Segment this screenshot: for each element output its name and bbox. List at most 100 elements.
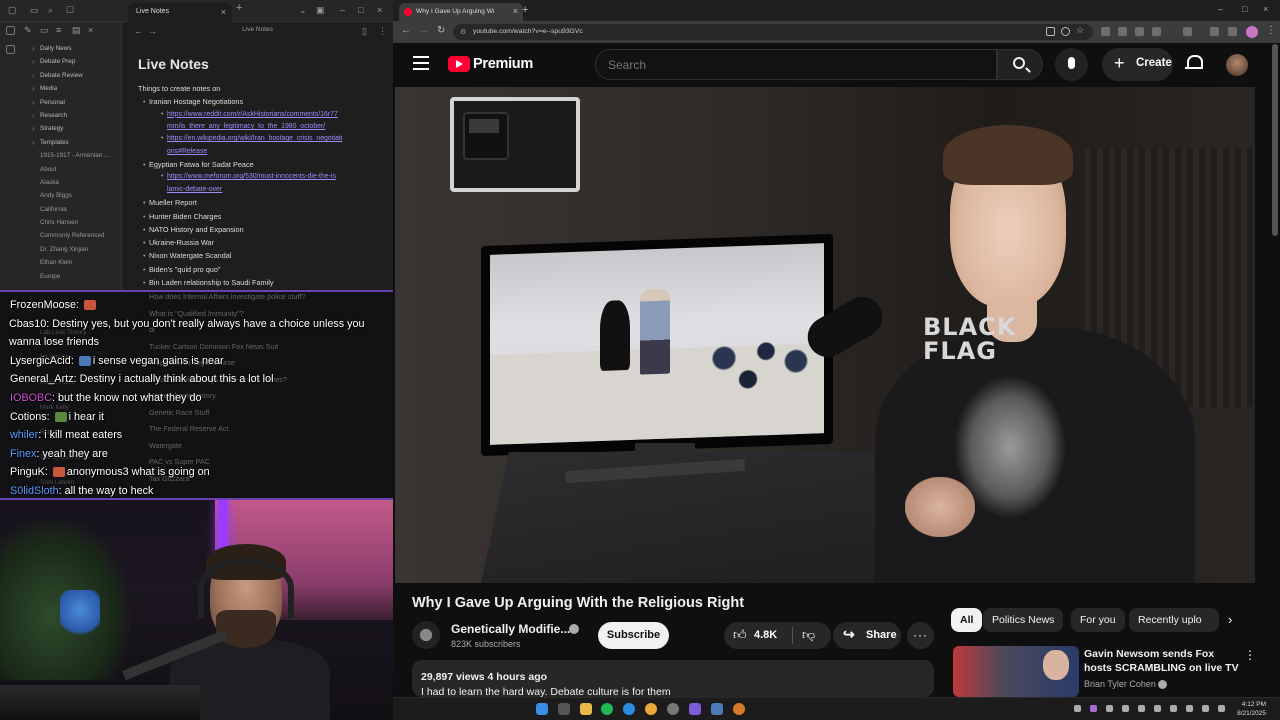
sidebar-toggle-icon[interactable]: ▢ [8, 4, 17, 16]
bookmark-icon[interactable]: ☐ [66, 4, 74, 16]
tray-icon[interactable] [1106, 705, 1113, 712]
note-editor[interactable]: Live Notes ← → ▯ ⋮ Live Notes Things to … [122, 22, 393, 290]
hamburger-menu-icon[interactable] [413, 56, 429, 70]
maximize-icon[interactable]: □ [358, 4, 363, 16]
sidebar-file[interactable]: 1915-1917 - Armenian ... [0, 149, 122, 162]
page-scrollbar[interactable] [1272, 44, 1278, 236]
chrome-icon[interactable] [645, 703, 657, 715]
sidebar-folder[interactable]: Personal [0, 96, 122, 109]
extension-icon[interactable] [1152, 27, 1161, 36]
close-window-icon[interactable]: × [377, 4, 382, 16]
app-icon[interactable] [733, 703, 745, 715]
share-button[interactable]: ↪ Share [833, 622, 901, 649]
sidebar-file[interactable]: Ethan Klein [0, 256, 122, 269]
downloads-icon[interactable] [1210, 27, 1219, 36]
reading-view-icon[interactable]: ▯ [362, 25, 367, 37]
send-icon[interactable] [6, 26, 15, 35]
filter-chip[interactable]: Politics News [983, 608, 1064, 632]
more-options-icon[interactable]: ⋮ [1244, 648, 1256, 662]
sidebar-file[interactable]: Dr. Zhang Xinjian [0, 243, 122, 256]
minimize-icon[interactable]: – [1218, 4, 1223, 14]
tray-icon[interactable] [1074, 705, 1081, 712]
account-avatar[interactable] [1226, 54, 1248, 76]
youtube-premium-brand[interactable]: Premium [473, 56, 533, 72]
browser-tab[interactable]: Why I Gave Up Arguing Wi × [399, 3, 523, 21]
install-icon[interactable] [1046, 27, 1055, 36]
close-window-icon[interactable]: × [1263, 4, 1268, 14]
sidebar-file[interactable]: Commonly Referenced [0, 229, 122, 242]
layout-icon[interactable]: ▣ [316, 4, 325, 16]
dislike-thumb-icon[interactable]: 👎︎ [802, 627, 815, 643]
minimize-icon[interactable]: – [340, 4, 345, 16]
chevron-down-icon[interactable]: ⌄ [299, 4, 307, 16]
note-link[interactable]: lamic-debate-over [138, 184, 383, 196]
wifi-icon[interactable] [1186, 705, 1193, 712]
sidebar-folder[interactable]: Strategy [0, 122, 122, 135]
collapse-icon[interactable]: ▤ [72, 24, 81, 36]
note-link[interactable]: https://en.wikipedia.org/wiki/Iran_hosta… [138, 133, 383, 145]
extension-icon[interactable] [1118, 27, 1127, 36]
tab-search-icon[interactable] [1228, 27, 1237, 36]
obsidian-icon[interactable] [689, 703, 701, 715]
close-icon[interactable]: × [88, 24, 93, 36]
battery-icon[interactable] [1218, 705, 1225, 712]
channel-avatar[interactable] [412, 621, 440, 649]
chat-username[interactable]: IOBOBC [10, 392, 52, 404]
file-explorer-icon[interactable] [580, 703, 592, 715]
clock[interactable]: 4:12 PM 8/21/2025 [1237, 700, 1266, 718]
note-link[interactable]: ons#Release [138, 146, 383, 158]
task-view-icon[interactable] [558, 703, 570, 715]
chat-username[interactable]: Finex [10, 448, 36, 460]
tray-icon[interactable] [1138, 705, 1145, 712]
files-icon[interactable]: ▭ [30, 4, 39, 16]
zoom-icon[interactable] [1061, 27, 1070, 36]
tray-icon[interactable] [1154, 705, 1161, 712]
recommended-channel-name[interactable]: Brian Tyler Cohen [1084, 679, 1156, 689]
chat-username[interactable]: FrozenMoose [10, 299, 76, 311]
close-tab-icon[interactable]: × [221, 7, 226, 17]
filter-chip[interactable]: All [951, 608, 983, 632]
sidebar-file[interactable]: Europe [0, 270, 122, 283]
chat-username[interactable]: S0lidSloth [10, 485, 59, 497]
recommended-video-title[interactable]: Gavin Newsom sends Fox hosts SCRAMBLING … [1084, 647, 1244, 675]
site-info-icon[interactable]: ⚙ [460, 28, 466, 36]
note-link[interactable]: https://www.reddit.com/r/AskHistorians/c… [138, 109, 383, 121]
tab-live-notes[interactable]: Live Notes × [128, 3, 232, 22]
tray-icon[interactable] [1170, 705, 1177, 712]
close-tab-icon[interactable]: × [513, 6, 518, 16]
new-note-icon[interactable]: ✎ [24, 24, 32, 36]
filter-chip[interactable]: For you [1071, 608, 1125, 632]
note-link[interactable]: mm/is_there_any_legitimacy_to_the_1980_o… [138, 121, 383, 133]
sidebar-file[interactable]: Andy Biggs [0, 189, 122, 202]
sidebar-folder[interactable]: Daily News [0, 42, 122, 55]
chevron-right-icon[interactable]: › [1228, 612, 1232, 627]
address-bar[interactable]: ⚙ youtube.com/watch?v=e--spu93GVc [453, 24, 1093, 40]
start-button-icon[interactable] [536, 703, 548, 715]
sidebar-file[interactable]: California [0, 203, 122, 216]
tray-icon[interactable] [1122, 705, 1129, 712]
sidebar-folder[interactable]: Research [0, 109, 122, 122]
chat-username[interactable]: whiler [10, 429, 38, 441]
extension-icon[interactable] [1101, 27, 1110, 36]
youtube-logo-icon[interactable] [448, 56, 470, 72]
filter-chip[interactable]: Recently uplo [1129, 608, 1219, 632]
spotify-icon[interactable] [601, 703, 613, 715]
sidebar-folder[interactable]: Debate Prep [0, 55, 122, 68]
tray-icon[interactable] [1090, 705, 1097, 712]
like-count[interactable]: 4.8K [754, 629, 777, 641]
edge-icon[interactable] [623, 703, 635, 715]
video-player[interactable]: BLACK FLAG [395, 87, 1255, 583]
create-button[interactable]: + Create [1102, 48, 1173, 81]
bookmark-star-icon[interactable]: ☆ [1076, 25, 1084, 36]
chrome-menu-icon[interactable]: ⋮ [1266, 25, 1276, 36]
more-actions-icon[interactable]: ··· [907, 622, 934, 649]
new-folder-icon[interactable]: ▭ [40, 24, 49, 36]
subscribe-button[interactable]: Subscribe [598, 622, 669, 649]
volume-icon[interactable] [1202, 705, 1209, 712]
more-options-icon[interactable]: ⋮ [378, 25, 387, 37]
chat-username[interactable]: LysergicAcid [10, 355, 71, 367]
channel-name[interactable]: Genetically Modifie... [451, 622, 570, 636]
forward-icon[interactable]: → [148, 25, 157, 37]
new-tab-icon[interactable]: + [522, 4, 528, 16]
sidebar-folder[interactable]: Templates [0, 136, 122, 149]
